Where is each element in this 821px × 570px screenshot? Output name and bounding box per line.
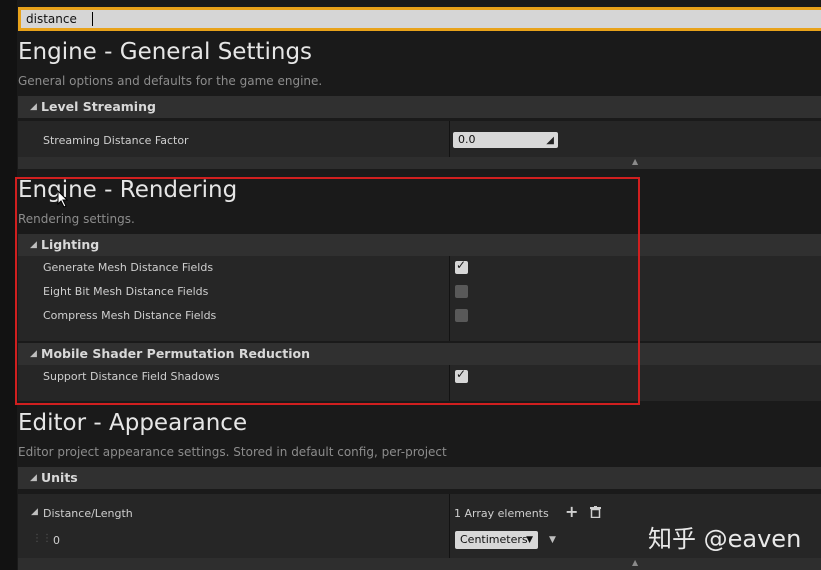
expand-arrow-icon[interactable]: ◢ — [31, 507, 38, 517]
trash-icon[interactable] — [590, 506, 601, 518]
property-label: Distance/Length — [43, 507, 133, 520]
chevron-down-icon: ▼ — [526, 535, 533, 545]
row-options-chevron-icon[interactable]: ▼ — [549, 535, 556, 545]
property-label: Streaming Distance Factor — [43, 134, 189, 147]
watermark: 知乎 @eaven — [648, 525, 802, 553]
section-title: Engine - General Settings — [18, 39, 313, 65]
section-description: General options and defaults for the gam… — [18, 74, 323, 88]
streaming-distance-factor-input[interactable]: 0.0 ◢ — [453, 132, 558, 148]
text-caret — [92, 12, 93, 26]
search-input[interactable] — [21, 10, 821, 28]
column-divider[interactable] — [449, 121, 450, 157]
category-footer — [18, 157, 821, 169]
collapse-arrow-icon[interactable]: ◢ — [30, 467, 37, 489]
category-label: Level Streaming — [41, 99, 156, 114]
array-count: 1 Array elements — [454, 507, 549, 520]
resize-grip-icon[interactable]: ◢ — [546, 133, 554, 149]
highlight-rectangle — [15, 177, 640, 405]
collapse-arrow-icon[interactable]: ◢ — [30, 96, 37, 118]
drag-handle-icon[interactable]: ⋮⋮ — [32, 533, 52, 544]
collapse-up-icon[interactable]: ▲ — [632, 157, 638, 166]
numeric-value: 0.0 — [458, 133, 476, 146]
dropdown-value: Centimeters — [460, 533, 528, 546]
category-footer — [18, 558, 821, 570]
mouse-cursor-icon — [57, 190, 69, 208]
plus-icon[interactable]: + — [565, 502, 578, 521]
search-field[interactable] — [18, 7, 821, 31]
collapse-up-icon[interactable]: ▲ — [632, 558, 638, 567]
category-label: Units — [41, 470, 78, 485]
section-description: Editor project appearance settings. Stor… — [18, 445, 447, 459]
section-title: Editor - Appearance — [18, 410, 248, 436]
category-header-units[interactable]: ◢ Units — [18, 467, 821, 489]
units-dropdown[interactable]: Centimeters ▼ — [455, 531, 538, 549]
category-header-level-streaming[interactable]: ◢ Level Streaming — [18, 96, 821, 118]
array-index: 0 — [53, 534, 60, 547]
column-divider[interactable] — [449, 494, 450, 558]
